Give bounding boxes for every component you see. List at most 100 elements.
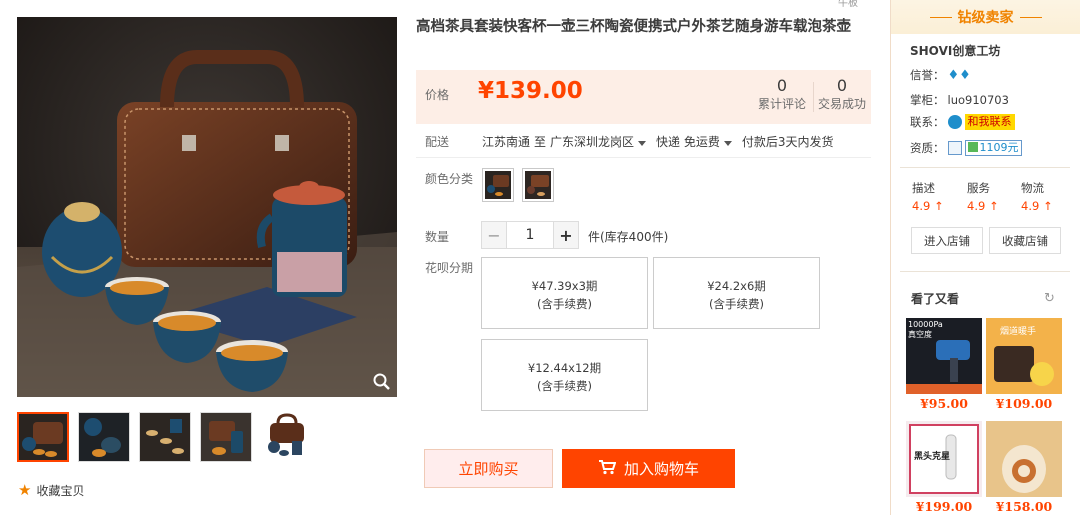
rating-service: 服务 4.9 ↑ [967,180,999,213]
recommendation-item[interactable]: 10000Pa 真空度 ¥95.00 [906,318,982,411]
thumbnail-1[interactable] [17,412,69,462]
owner-name[interactable]: luo910703 [948,93,1009,107]
rating-description: 描述 4.9 ↑ [912,180,944,213]
contact-label: 联系： [910,115,945,129]
add-to-cart-button[interactable]: 加入购物车 [562,449,735,488]
owner-label: 掌柜： [910,93,945,107]
quantity-stepper: − 1 + [481,221,579,249]
recommendation-image: 黑头克星 [906,421,982,497]
divider [900,271,1070,272]
reviews-label: 累计评论 [757,97,806,111]
wangwang-icon [947,115,962,129]
installment-fee: (含手续费) [537,297,592,311]
also-viewed-title: 看了又看 [911,292,960,306]
trades-stat[interactable]: 0 交易成功 [813,76,871,112]
product-title: 高档茶具套装快客杯一壶三杯陶瓷便携式户外茶艺随身游车载泡茶壶 [416,18,851,35]
installment-fee: (含手续费) [537,379,592,393]
buy-now-button[interactable]: 立即购买 [424,449,553,488]
enter-shop-button[interactable]: 进入店铺 [911,227,983,254]
favorite-item-button[interactable]: ★ 收藏宝贝 [18,482,84,499]
quantity-minus-button[interactable]: − [481,221,507,249]
divider [900,167,1070,168]
installment-option-3[interactable]: ¥47.39x3期 (含手续费) [481,257,648,329]
quantity-input[interactable]: 1 [507,221,553,249]
thumbnail-2[interactable] [78,412,130,462]
qualification-label: 资质： [910,141,945,155]
rating-logistics: 物流 4.9 ↑ [1021,180,1053,213]
seller-level-header: 钻级卖家 [891,0,1080,34]
cart-icon [598,459,617,479]
trades-count: 0 [836,76,848,95]
price-label: 价格 [425,88,450,102]
rating-value: 4.9 ↑ [967,199,999,213]
credit-row: 信誉： ♦♦ [910,67,971,83]
shipping-row: 江苏南通 至 广东深圳龙岗区 快递 免运费 付款后3天内发货 [482,133,834,150]
license-icon[interactable] [947,141,962,155]
recommendation-item[interactable]: 黑头克星 ¥199.00 [906,421,982,514]
contact-seller-button[interactable]: 和我联系 [964,114,1015,130]
reviews-count: 0 [776,76,788,95]
zoom-icon[interactable] [372,372,392,392]
stock-text: 件(库存400件) [588,230,669,244]
refresh-icon[interactable]: ↻ [1044,291,1055,306]
installment-label: 花呗分期 [425,261,474,275]
recommendation-image: 烟道暖手 [986,318,1062,394]
header-line [929,16,952,18]
installment-option-6[interactable]: ¥24.2x6期 (含手续费) [653,257,820,329]
installment-fee: (含手续费) [709,297,764,311]
qualification-row: 资质： 1109元 [910,140,1022,156]
star-icon: ★ [18,481,32,499]
color-option-1[interactable] [482,168,514,202]
rating-value: 4.9 ↑ [1021,199,1053,213]
divider [416,157,871,158]
rating-value: 4.9 ↑ [912,199,944,213]
favorite-shop-button[interactable]: 收藏店铺 [989,227,1061,254]
installment-option-12[interactable]: ¥12.44x12期 (含手续费) [481,339,648,411]
contact-row: 联系： 和我联系 [910,114,1015,130]
ship-to-word: 至 [534,135,547,149]
credit-label: 信誉： [910,68,945,82]
dropdown-arrow-icon [723,141,732,146]
quantity-label: 数量 [425,230,450,244]
recommendation-item[interactable]: 烟道暖手 ¥109.00 [986,318,1062,411]
shop-name[interactable]: SHOVI创意工坊 [910,42,1000,59]
quantity-plus-button[interactable]: + [553,221,579,249]
recommendation-item[interactable]: ¥158.00 [986,421,1062,514]
favorite-label: 收藏宝贝 [36,484,85,498]
ship-from: 江苏南通 [482,135,531,149]
express-select[interactable]: 快递 免运费 [656,133,738,150]
reviews-stat[interactable]: 0 累计评论 [752,76,812,112]
color-options [482,168,554,202]
owner-row: 掌柜： luo910703 [910,92,1009,108]
deposit-badge[interactable]: 1109元 [964,140,1022,156]
main-product-image[interactable] [17,17,397,397]
thumbnail-5[interactable] [261,412,313,462]
installment-amount: ¥24.2x6期 [707,279,766,293]
recommendation-image [986,421,1062,497]
rating-label: 物流 [1021,181,1044,195]
thumbnail-3[interactable] [139,412,191,462]
recommendation-image-text: 10000Pa 真空度 [908,320,943,339]
color-option-2[interactable] [522,168,554,202]
diamond-icon: ♦♦ [947,67,971,83]
price-value: ¥139.00 [478,78,583,104]
recommendation-price: ¥158.00 [995,499,1053,514]
rating-label: 服务 [967,181,990,195]
installment-amount: ¥47.39x3期 [531,279,598,293]
price-panel: 价格 ¥139.00 0 累计评论 0 交易成功 [416,70,871,124]
thumbnail-strip [17,412,313,462]
thumbnail-4[interactable] [200,412,252,462]
seller-level: 钻级卖家 [957,10,1014,26]
ship-time: 付款后3天内发货 [741,135,834,149]
shipping-label: 配送 [425,135,450,149]
recommendation-image-text: 黑头克星 [914,452,951,462]
ship-to-select[interactable]: 广东深圳龙岗区 [550,133,652,150]
recommendation-price: ¥95.00 [920,396,968,411]
add-to-cart-label: 加入购物车 [623,460,699,478]
rating-label: 描述 [912,181,935,195]
color-label: 颜色分类 [425,172,474,186]
recommendation-price: ¥109.00 [995,396,1053,411]
header-line [1019,16,1042,18]
ship-to: 广东深圳龙岗区 [550,135,635,149]
recommendation-price: ¥199.00 [915,499,973,514]
